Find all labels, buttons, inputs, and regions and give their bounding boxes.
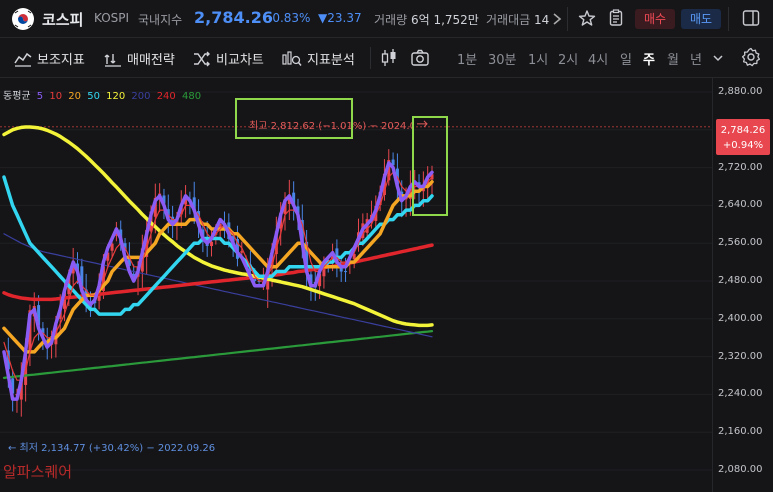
period-low-label: ← 최저 2,134.77 (+30.42%) − 2022.09.26 [8,443,216,454]
strategy-button[interactable]: 매매전략 [104,49,175,68]
ma-legend-item[interactable]: 240 [157,91,176,102]
ma-legend-item[interactable]: 200 [131,91,150,102]
ma-legend-item[interactable]: 5 [37,91,43,102]
price-axis-tick: 2,160.00 [718,426,763,438]
price-axis-tick: 2,560.00 [718,237,763,249]
timeframe-year[interactable]: 년 [690,49,702,68]
divider [370,47,371,69]
stock-code: KOSPI [94,11,130,25]
volume: 거래량 6억 1,752만 [374,13,479,27]
current-price: 2,784.26 [194,8,273,27]
candle-body [344,271,348,273]
change-value: ▼23.37 [318,11,362,25]
down-arrow-icon: ▼ [318,11,328,25]
chart-toolbar: 보조지표 매매전략 비교차트 지표분석 1분 30분 1시 2시 4시 일 주 … [0,38,773,78]
timeframe-4hour[interactable]: 4시 [588,49,608,68]
timeframe-week[interactable]: 주 [643,49,655,68]
candle-body [210,241,214,247]
sell-button[interactable]: 매도 [681,9,721,29]
price-axis-tick: 2,480.00 [718,275,763,286]
indicators-button[interactable]: 보조지표 [14,49,85,68]
highlight-box-high [235,98,353,139]
camera-icon[interactable] [410,48,430,68]
ma-legend-item[interactable]: 10 [49,91,62,102]
analysis-button[interactable]: 지표분석 [282,49,355,68]
memo-icon[interactable] [607,9,625,27]
chevron-down-icon[interactable] [712,53,724,63]
price-axis-tick: 2,240.00 [718,388,763,400]
ma-legend-item[interactable]: 20 [68,91,81,102]
timeframe-month[interactable]: 월 [667,49,679,68]
highlight-box-recent [412,116,448,216]
moving-average-legend: 동평균 5 10 20 50 120 200 240 480 [3,87,204,102]
candle-type-icon[interactable] [380,48,398,68]
stock-header: 코스피 KOSPI 국내지수 2,784.26 -0.83% ▼23.37 거래… [0,0,773,38]
buy-button[interactable]: 매수 [635,9,675,29]
trade-amount: 거래대금 14 [486,13,550,27]
strategy-icon [104,53,121,67]
ma-legend-item[interactable]: 50 [87,91,100,102]
price-axis-tick: 2,640.00 [718,199,763,211]
compare-button[interactable]: 비교차트 [193,49,264,68]
ma-legend-item[interactable]: 480 [182,91,201,102]
price-axis-tick: 2,320.00 [718,350,763,362]
korea-flag-icon [12,8,34,30]
timeframe-1hour[interactable]: 1시 [528,49,548,68]
ma-legend-label: 동평균 [3,91,31,102]
watermark: 알파스퀘어 [3,463,73,481]
price-chart[interactable] [0,78,712,492]
indicator-chart-icon [14,52,32,67]
ma-legend-item[interactable]: 120 [106,91,125,102]
divider [567,7,568,31]
gear-icon[interactable] [741,47,761,67]
timeframe-2hour[interactable]: 2시 [558,49,578,68]
chevron-right-icon[interactable] [550,7,564,31]
change-percent: -0.83% [268,11,311,25]
price-axis-tick: 2,400.00 [718,312,763,324]
stock-kind: 국내지수 [138,13,183,27]
price-axis-tick: 2,880.00 [718,86,763,97]
current-price-tag: 2,784.26 +0.94% [716,119,770,155]
timeframe-1min[interactable]: 1분 [457,49,477,68]
price-axis-tick: 2,720.00 [718,161,763,173]
divider [728,7,729,31]
side-panel-icon[interactable] [742,9,760,27]
stock-name: 코스피 [42,11,84,29]
price-axis-tick: 2,080.00 [718,464,763,475]
analysis-icon [282,50,302,66]
timeframe-30min[interactable]: 30분 [488,49,517,68]
favorite-star-icon[interactable] [578,9,596,27]
moving-average-ma480 [2,330,434,379]
shuffle-icon [194,51,210,66]
timeframe-day[interactable]: 일 [620,49,632,68]
